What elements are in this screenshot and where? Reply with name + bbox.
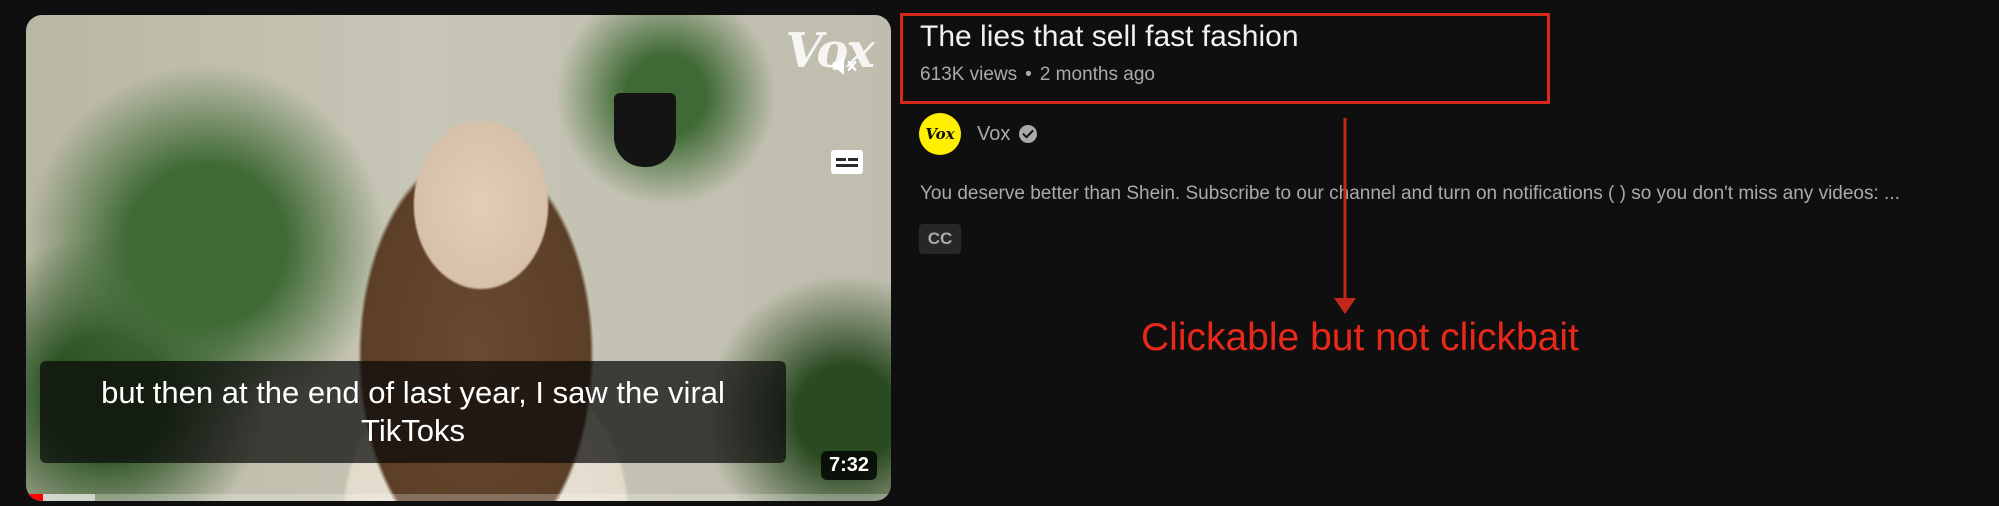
captions-icon[interactable] <box>825 140 869 184</box>
channel-avatar[interactable]: Vox <box>919 113 961 155</box>
upload-age: 2 months ago <box>1039 64 1155 85</box>
progress-played <box>26 494 44 501</box>
video-description-snippet: You deserve better than Shein. Subscribe… <box>920 183 1900 204</box>
subtitle-caption: but then at the end of last year, I saw … <box>40 361 786 463</box>
video-title[interactable]: The lies that sell fast fashion <box>920 20 1299 54</box>
annotation-text: Clickable but not clickbait <box>1141 316 1579 359</box>
mute-icon[interactable] <box>827 49 861 83</box>
view-count: 613K views <box>920 64 1018 85</box>
duration-badge: 7:32 <box>820 451 877 480</box>
cc-badge: CC <box>919 224 961 254</box>
channel-name[interactable]: Vox <box>977 123 1010 146</box>
progress-bar[interactable] <box>26 494 891 501</box>
video-metadata: 613K views • 2 months ago <box>920 64 1155 86</box>
annotation-arrow <box>1334 118 1356 314</box>
video-thumbnail[interactable]: Vox but then at the end of last year, I … <box>26 15 891 501</box>
plant-pot <box>614 93 676 167</box>
verified-check-icon <box>1019 125 1038 143</box>
meta-separator: • <box>1025 64 1032 85</box>
channel-row[interactable]: Vox Vox <box>919 113 1038 155</box>
